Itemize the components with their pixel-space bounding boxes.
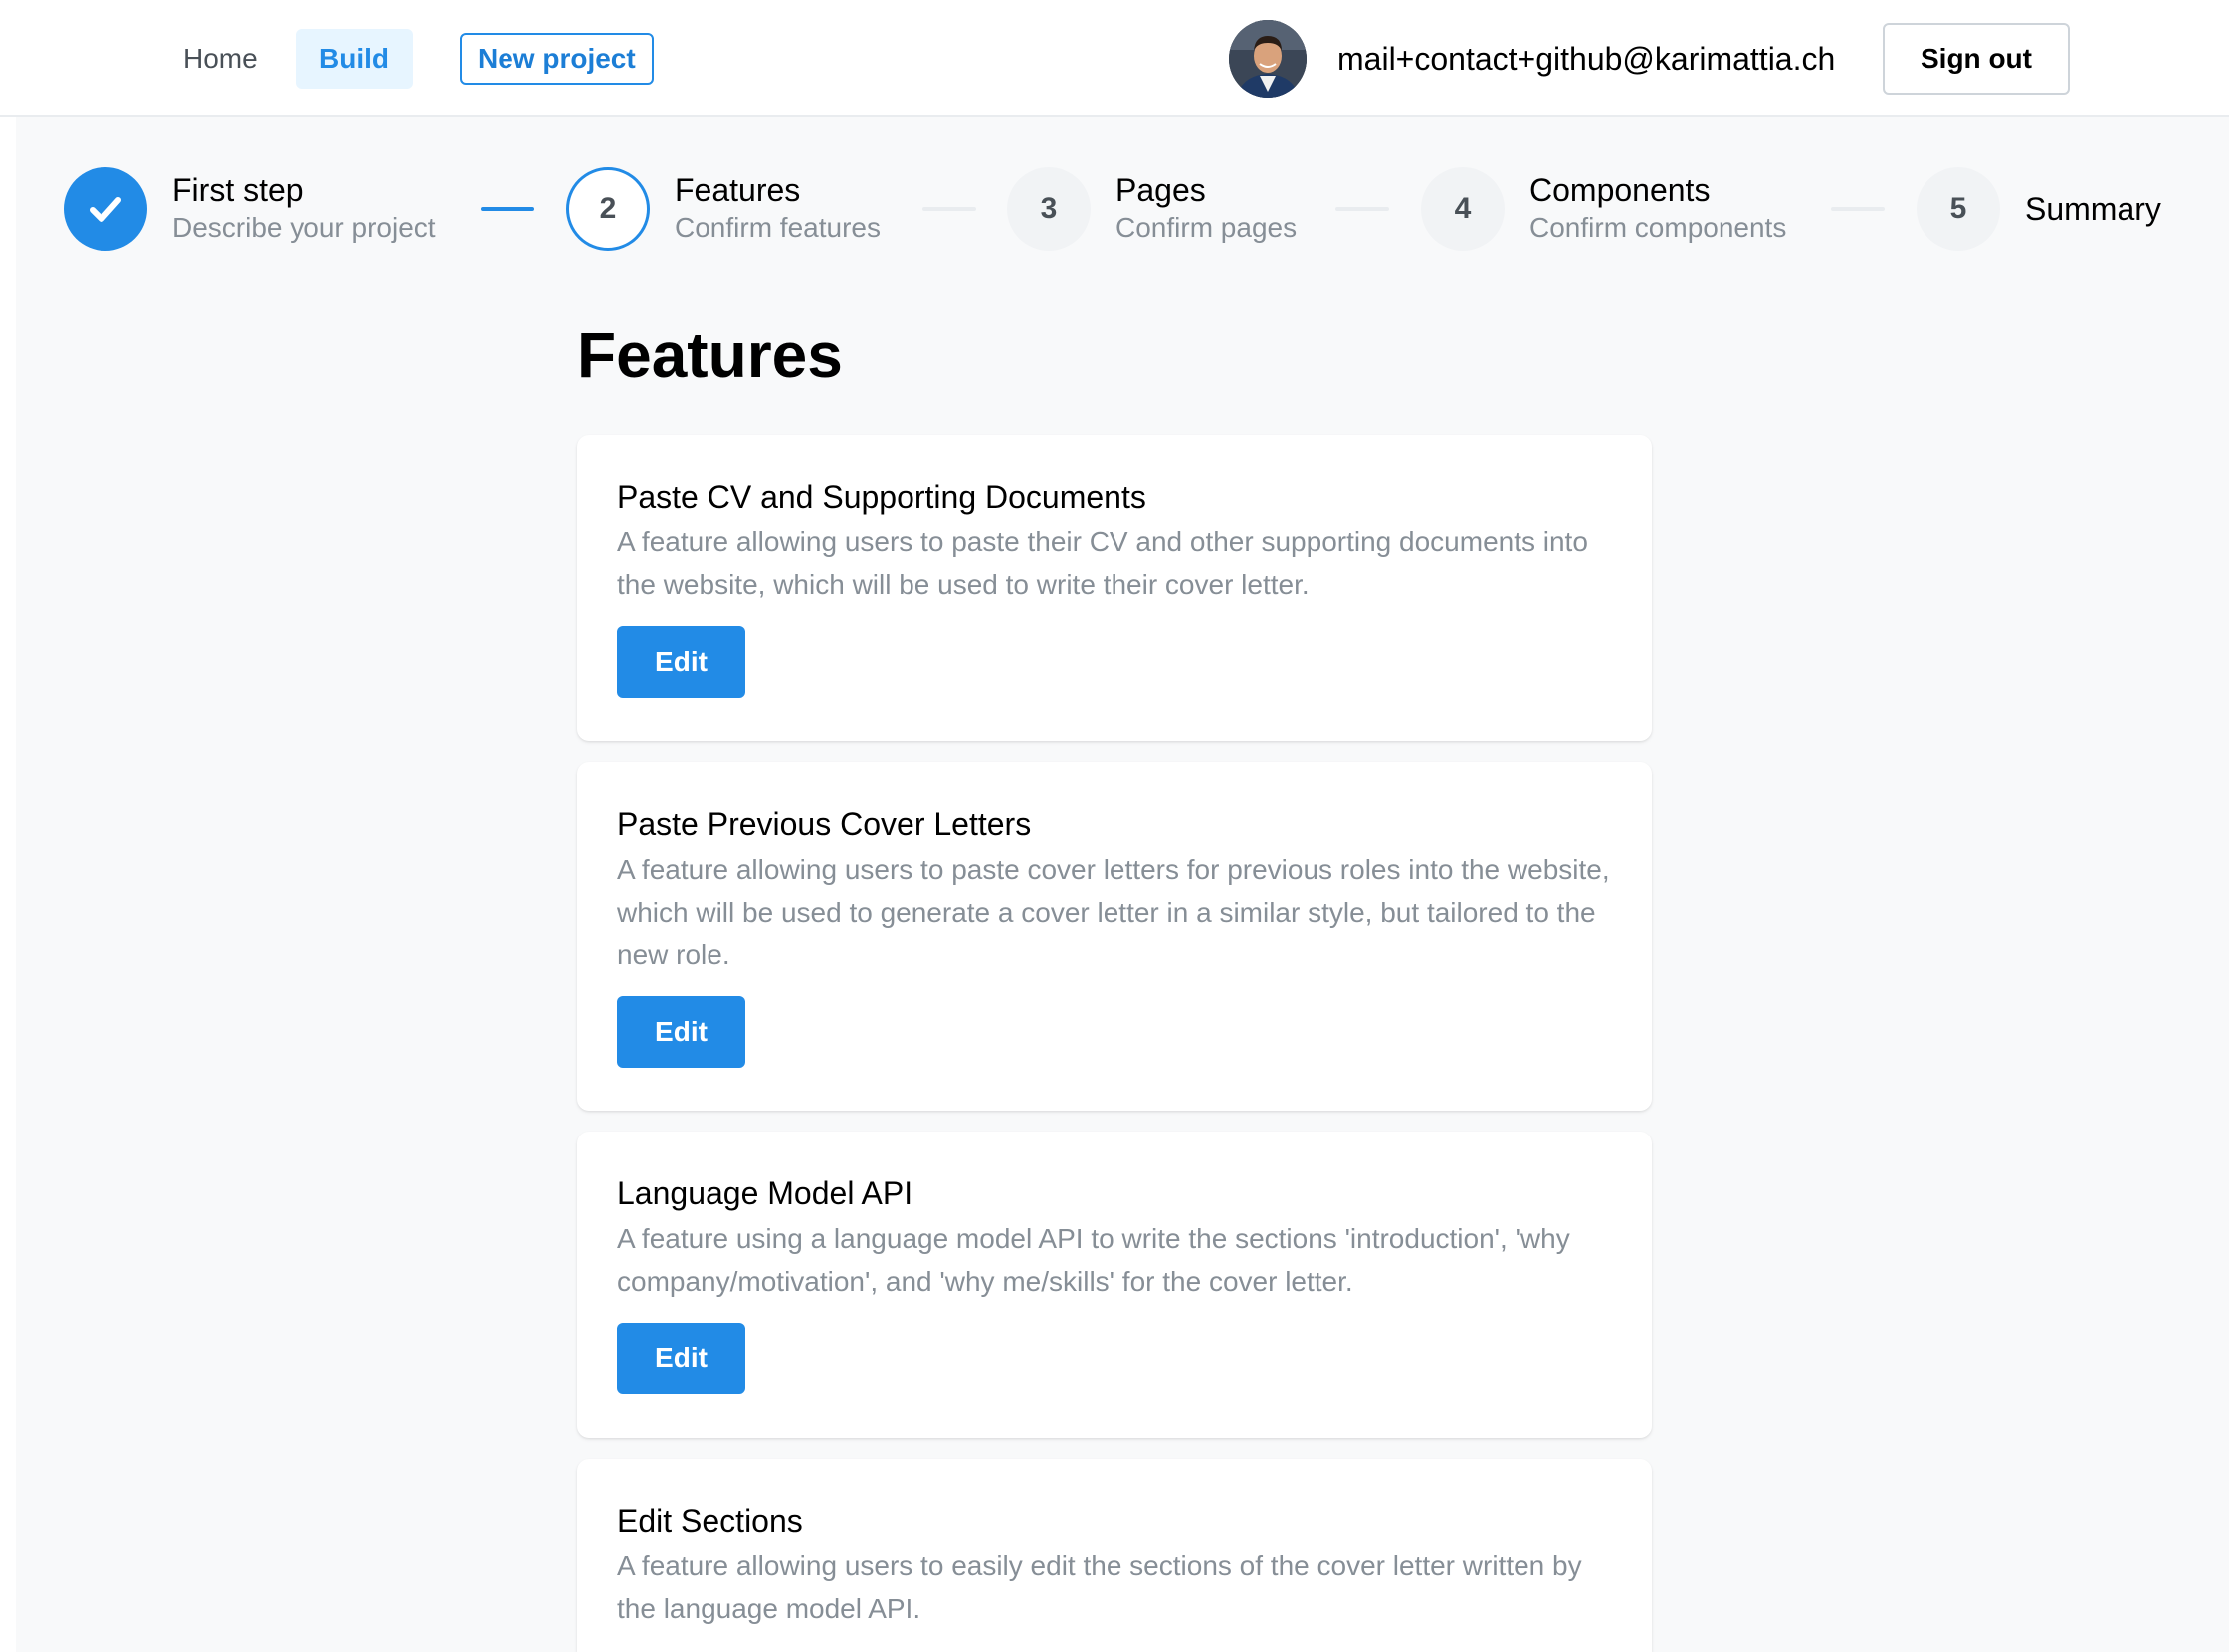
step-connector-1: [481, 207, 534, 211]
user-email: mail+contact+github@karimattia.ch: [1337, 40, 1836, 77]
step-connector-3: [1335, 207, 1389, 211]
page-title: Features: [577, 319, 843, 391]
feature-title: Language Model API: [617, 1175, 913, 1211]
feature-description: A feature allowing users to paste cover …: [617, 854, 1610, 970]
step-summary[interactable]: 5 Summary: [1917, 167, 2161, 251]
step-summary-circle: 5: [1917, 167, 2000, 251]
feature-card: Edit Sections A feature allowing users t…: [577, 1459, 1652, 1652]
step-connector-4: [1831, 207, 1885, 211]
step-components-circle: 4: [1421, 167, 1505, 251]
step-first-circle: [64, 167, 147, 251]
step-features-circle: 2: [566, 167, 650, 251]
feature-card: Paste CV and Supporting Documents A feat…: [577, 435, 1652, 741]
check-icon: [90, 197, 121, 222]
avatar-image: [1229, 20, 1307, 98]
sign-out-button[interactable]: Sign out: [1883, 23, 2070, 95]
feature-description: A feature allowing users to paste their …: [617, 526, 1588, 600]
step-pages-title: Pages: [1115, 172, 1206, 208]
step-components-description: Confirm components: [1529, 212, 1787, 243]
nav-build-link[interactable]: Build: [296, 29, 413, 89]
feature-description: A feature using a language model API to …: [617, 1223, 1570, 1297]
nav-home-link[interactable]: Home: [159, 29, 282, 89]
step-pages-description: Confirm pages: [1115, 212, 1298, 243]
feature-card: Language Model API A feature using a lan…: [577, 1132, 1652, 1438]
step-first-description: Describe your project: [172, 212, 436, 243]
step-features-title: Features: [675, 172, 801, 208]
left-edge: [0, 117, 16, 1652]
feature-title: Edit Sections: [617, 1503, 803, 1539]
step-connector-2: [922, 207, 976, 211]
top-header: Home Build New project mail+contact+gith…: [0, 0, 2229, 117]
step-components-title: Components: [1529, 172, 1711, 208]
edit-button[interactable]: Edit: [617, 1323, 745, 1394]
step-features[interactable]: 2 Features Confirm features: [566, 167, 881, 251]
step-features-description: Confirm features: [675, 212, 881, 243]
feature-description: A feature allowing users to easily edit …: [617, 1550, 1582, 1624]
step-first-title: First step: [172, 172, 304, 208]
step-summary-title: Summary: [2025, 191, 2161, 227]
feature-title: Paste Previous Cover Letters: [617, 806, 1032, 842]
feature-card: Paste Previous Cover Letters A feature a…: [577, 762, 1652, 1111]
user-avatar[interactable]: [1229, 20, 1307, 98]
edit-button[interactable]: Edit: [617, 996, 745, 1068]
step-first[interactable]: First step Describe your project: [64, 167, 436, 251]
feature-title: Paste CV and Supporting Documents: [617, 479, 1146, 515]
step-pages[interactable]: 3 Pages Confirm pages: [1007, 167, 1297, 251]
new-project-button[interactable]: New project: [460, 33, 654, 85]
edit-button[interactable]: Edit: [617, 626, 745, 698]
step-pages-circle: 3: [1007, 167, 1091, 251]
step-components[interactable]: 4 Components Confirm components: [1421, 167, 1786, 251]
